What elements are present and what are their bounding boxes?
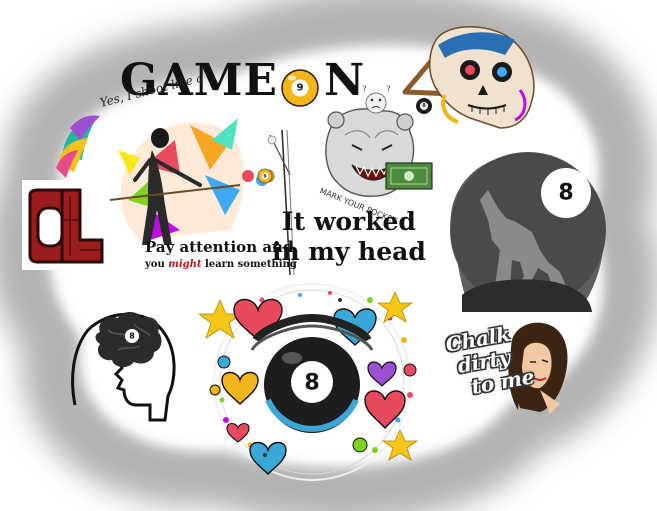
eight-ball-wolf-sticker: 8 — [450, 152, 606, 312]
pay-attention-might: might — [168, 259, 202, 270]
it-worked-line2: in my head — [272, 237, 426, 266]
chalk-dirty-text: Chalk dirty to me — [444, 320, 536, 402]
brain-head-sticker: 8 — [71, 312, 176, 422]
it-worked-text: It worked in my head — [272, 207, 426, 267]
svg-text:?: ? — [386, 85, 391, 95]
confetti-dots — [219, 291, 413, 453]
it-worked-line1: It worked — [281, 207, 416, 236]
small-nine-ball: 9 — [257, 168, 273, 184]
sugar-skull-sticker — [429, 26, 535, 129]
small-nine-ball-number: 9 — [264, 174, 267, 179]
game-on-part2: N — [323, 55, 366, 106]
rack-and-ball-sticker: 8 — [402, 57, 457, 114]
hearts-eight-ball-number: 8 — [304, 371, 319, 396]
bear-head-sticker — [325, 108, 415, 197]
hearts-eight-ball-sticker: 8 — [197, 283, 419, 481]
rack-ball-number: 8 — [422, 103, 426, 109]
sticker-collage: 9 ? ? 8 8 8 8 9 GAME N Yes, I shoot like… — [0, 0, 657, 511]
colorful-feather-sticker — [56, 115, 100, 178]
lol-sticker — [22, 180, 104, 270]
wolf-eight-ball-number: 8 — [558, 181, 573, 206]
brain-ball-number: 8 — [129, 332, 135, 341]
confused-ball-sticker: ? ? — [362, 85, 391, 114]
money-bill-icon — [385, 162, 433, 190]
woman-playing-pool-sticker — [109, 118, 268, 245]
pay-attention-line2a: you — [145, 259, 165, 270]
